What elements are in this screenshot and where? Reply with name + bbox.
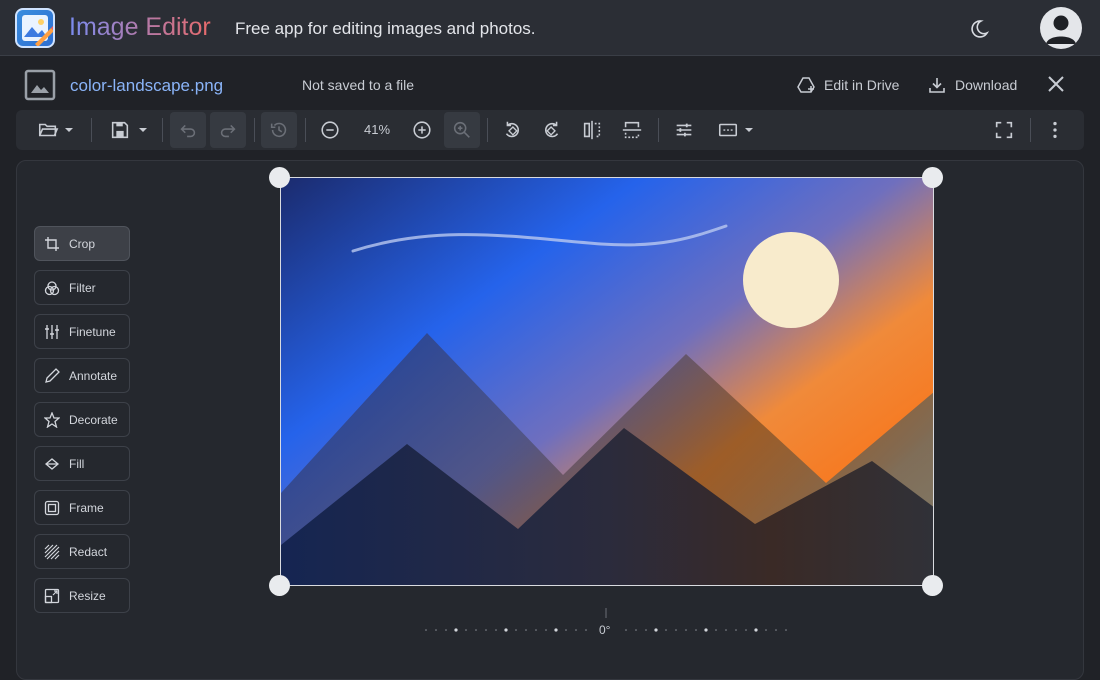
- chevron-down-icon: [139, 128, 147, 132]
- tool-redact[interactable]: Redact: [34, 534, 130, 569]
- tool-label: Fill: [69, 456, 85, 471]
- close-icon[interactable]: [1044, 72, 1068, 96]
- redact-icon: [44, 544, 60, 559]
- editor-toolbar: 41%: [16, 110, 1084, 150]
- rotate-left-button[interactable]: [494, 112, 530, 148]
- history-icon: [270, 122, 287, 138]
- tool-label: Frame: [69, 500, 104, 515]
- tool-fill[interactable]: Fill: [34, 446, 130, 481]
- landscape-image: [281, 178, 933, 585]
- history-button[interactable]: [261, 112, 297, 148]
- tool-filter[interactable]: Filter: [34, 270, 130, 305]
- flip-horizontal-button[interactable]: [574, 112, 610, 148]
- zoom-level: 41%: [363, 122, 391, 137]
- fullscreen-button[interactable]: [986, 112, 1022, 148]
- save-status: Not saved to a file: [302, 77, 415, 93]
- tool-label: Annotate: [69, 368, 118, 383]
- fullscreen-icon: [995, 121, 1013, 139]
- tool-frame[interactable]: Frame: [34, 490, 130, 525]
- tool-resize[interactable]: Resize: [34, 578, 130, 613]
- resize-icon: [44, 588, 60, 603]
- crop-handle-top-right[interactable]: [922, 167, 943, 188]
- app-title: Image Editor: [69, 13, 211, 41]
- rotate-right-button[interactable]: [534, 112, 570, 148]
- redo-icon: [220, 124, 236, 138]
- edit-in-drive-label: Edit in Drive: [824, 77, 900, 93]
- chevron-down-icon: [65, 128, 73, 132]
- star-icon: [44, 411, 60, 428]
- zoom-in-button[interactable]: [404, 112, 440, 148]
- flip-vertical-icon: [622, 121, 642, 139]
- rotate-left-icon: [505, 121, 520, 138]
- tool-label: Filter: [69, 280, 96, 295]
- edit-in-drive-button[interactable]: Edit in Drive: [796, 73, 899, 97]
- rotate-right-icon: [544, 121, 559, 138]
- tool-label: Crop: [69, 236, 96, 251]
- crop-handle-bottom-left[interactable]: [269, 575, 290, 596]
- tool-label: Resize: [69, 588, 106, 603]
- drive-add-icon: [797, 77, 815, 93]
- sliders-icon: [676, 123, 692, 137]
- save-button[interactable]: [104, 112, 154, 148]
- moon-icon[interactable]: [966, 16, 992, 42]
- adjust-button[interactable]: [666, 112, 702, 148]
- pencil-icon: [45, 367, 60, 383]
- toolbar-divider: [254, 118, 255, 142]
- redo-button[interactable]: [210, 112, 246, 148]
- zoom-to-fit-button[interactable]: [444, 112, 480, 148]
- toolbar-divider: [91, 118, 92, 142]
- more-vertical-icon: [1053, 121, 1057, 139]
- filter-icon: [44, 280, 60, 295]
- save-icon: [111, 121, 129, 139]
- toolbar-divider: [305, 118, 306, 142]
- undo-icon: [180, 124, 196, 138]
- app-subtitle: Free app for editing images and photos.: [235, 19, 536, 38]
- flip-vertical-button[interactable]: [614, 112, 650, 148]
- image-canvas[interactable]: [280, 177, 934, 586]
- finetune-icon: [45, 324, 59, 339]
- download-button[interactable]: Download: [927, 73, 1017, 97]
- undo-button[interactable]: [170, 112, 206, 148]
- crop-handle-top-left[interactable]: [269, 167, 290, 188]
- file-bar: color-landscape.png Not saved to a file …: [0, 57, 1100, 111]
- tool-label: Decorate: [69, 412, 118, 427]
- tool-decorate[interactable]: Decorate: [34, 402, 130, 437]
- tool-label: Redact: [69, 544, 108, 559]
- account-icon[interactable]: [1040, 7, 1082, 49]
- folder-open-icon: [38, 123, 59, 137]
- download-label: Download: [955, 77, 1018, 93]
- rotation-value: 0°: [599, 623, 611, 637]
- rotation-ruler[interactable]: [422, 608, 802, 638]
- open-folder-button[interactable]: [32, 112, 80, 148]
- fill-icon: [44, 457, 60, 470]
- tool-crop[interactable]: Crop: [34, 226, 130, 261]
- flip-horizontal-icon: [583, 120, 601, 140]
- magnifier-icon: [453, 121, 470, 138]
- toolbar-divider: [658, 118, 659, 142]
- tool-annotate[interactable]: Annotate: [34, 358, 130, 393]
- crop-icon: [45, 236, 59, 251]
- app-bar: Image Editor Free app for editing images…: [0, 0, 1100, 56]
- download-icon: [929, 78, 945, 93]
- file-name[interactable]: color-landscape.png: [70, 76, 223, 96]
- frame-icon: [44, 500, 60, 515]
- aspect-ratio-button[interactable]: [712, 112, 760, 148]
- toolbar-divider: [1030, 118, 1031, 142]
- chevron-down-icon: [745, 128, 753, 132]
- tool-finetune[interactable]: Finetune: [34, 314, 130, 349]
- zoom-out-icon: [321, 121, 339, 139]
- toolbar-divider: [162, 118, 163, 142]
- editor-workspace: Crop Filter Finetune Annotate Decorate F…: [16, 160, 1084, 680]
- zoom-in-icon: [413, 121, 431, 139]
- more-options-button[interactable]: [1040, 112, 1070, 148]
- tool-label: Finetune: [69, 324, 116, 339]
- image-file-icon: [24, 69, 56, 101]
- crop-handle-bottom-right[interactable]: [922, 575, 943, 596]
- app-logo: [15, 8, 55, 48]
- zoom-out-button[interactable]: [312, 112, 348, 148]
- toolbar-divider: [487, 118, 488, 142]
- aspect-ratio-icon: [718, 123, 738, 137]
